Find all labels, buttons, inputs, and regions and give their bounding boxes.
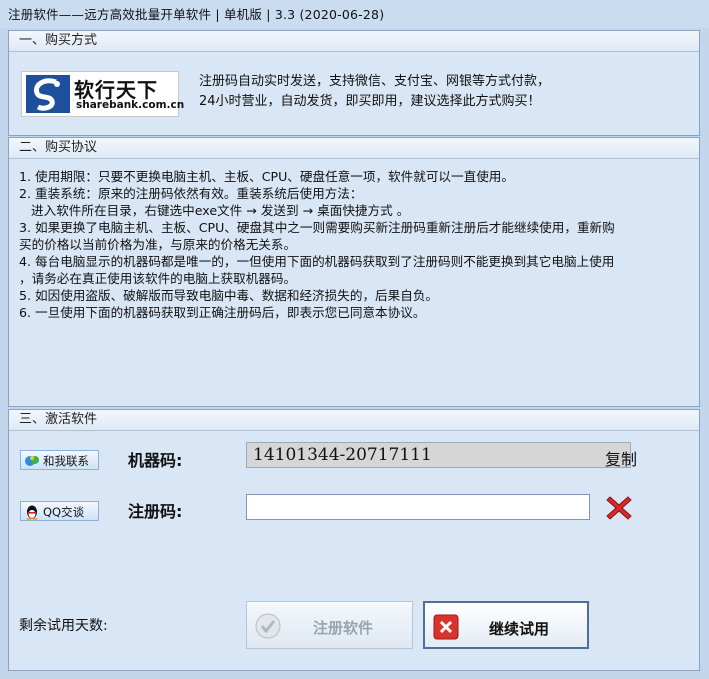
sharebank-logo[interactable]: 软行天下 sharebank.com.cn: [21, 71, 184, 117]
purchase-header: 一、购买方式: [9, 31, 699, 52]
register-code-input[interactable]: [246, 494, 590, 520]
agreement-line: 3. 如果更换了电脑主机、主板、CPU、硬盘其中之一则需要购买新注册码重新注册后…: [19, 220, 615, 235]
msn-contact-icon: [25, 456, 39, 466]
contact-button-label: 和我联系: [43, 454, 89, 468]
activate-section: 三、激活软件 和我联系 QQ交谈 机器码: 14101344-20717111 …: [8, 409, 700, 671]
register-code-label: 注册码:: [128, 502, 183, 521]
agreement-line: 4. 每台电脑显示的机器码都是唯一的，一但使用下面的机器码获取到了注册码则不能更…: [19, 254, 615, 269]
close-icon: [433, 614, 459, 640]
purchase-line-2: 24小时营业，自动发货，即买即用，建议选择此方式购买！: [199, 94, 541, 109]
trial-days-label: 剩余试用天数:: [19, 618, 108, 634]
activate-header: 三、激活软件: [9, 410, 699, 431]
logo-english-text: sharebank.com.cn: [76, 99, 185, 111]
agreement-section: 二、购买协议 1. 使用期限：只要不更换电脑主机、主板、CPU、硬盘任意一项，软…: [8, 137, 700, 407]
register-software-button[interactable]: 注册软件: [246, 601, 413, 649]
register-software-label: 注册软件: [313, 619, 374, 637]
machine-code-field[interactable]: 14101344-20717111: [246, 442, 631, 468]
window-title: 注册软件——远方高效批量开单软件 | 单机版 | 3.3 (2020-06-28…: [0, 0, 709, 28]
qq-penguin-icon: [26, 505, 38, 520]
red-x-icon[interactable]: [605, 494, 633, 522]
agreement-line: 进入软件所在目录，右键选中exe文件 → 发送到 → 桌面快捷方式 。: [19, 203, 410, 218]
agreement-line: 2. 重装系统：原来的注册码依然有效。重装系统后使用方法：: [19, 186, 363, 201]
agreement-line: 5. 如因使用盗版、破解版而导致电脑中毒、数据和经济损失的，后果自负。: [19, 288, 439, 303]
sharebank-logo-icon: [26, 75, 70, 113]
continue-trial-button[interactable]: 继续试用: [423, 601, 589, 649]
agreement-line: ，请务必在真正使用该软件的电脑上获取机器码。: [19, 271, 297, 286]
agreement-line: 1. 使用期限：只要不更换电脑主机、主板、CPU、硬盘任意一项，软件就可以一直使…: [19, 169, 514, 184]
continue-trial-label: 继续试用: [489, 620, 550, 638]
qq-chat-button[interactable]: QQ交谈: [20, 501, 99, 521]
check-icon: [255, 613, 281, 639]
copy-button[interactable]: 复制: [605, 446, 637, 470]
purchase-section: 一、购买方式 软行天下 sharebank.com.cn 注册码自动实时发送，支…: [8, 30, 700, 136]
purchase-description: 注册码自动实时发送，支持微信、支付宝、网银等方式付款， 24小时营业，自动发货，…: [199, 72, 550, 112]
agreement-line: 买的价格以当前价格为准，与原来的价格无关系。: [19, 237, 297, 252]
machine-code-label: 机器码:: [128, 451, 183, 470]
purchase-line-1: 注册码自动实时发送，支持微信、支付宝、网银等方式付款，: [199, 74, 551, 89]
agreement-text: 1. 使用期限：只要不更换电脑主机、主板、CPU、硬盘任意一项，软件就可以一直使…: [19, 168, 691, 321]
agreement-line: 6. 一旦使用下面的机器码获取到正确注册码后，即表示您已同意本协议。: [19, 305, 426, 320]
agreement-header: 二、购买协议: [9, 138, 699, 159]
contact-button[interactable]: 和我联系: [20, 450, 99, 470]
qq-chat-button-label: QQ交谈: [43, 505, 85, 519]
